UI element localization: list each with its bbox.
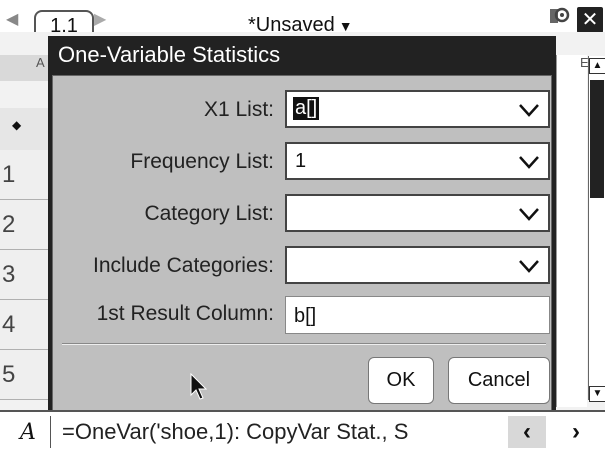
column-header-a[interactable]: A	[36, 55, 45, 70]
prev-page-arrow[interactable]: ◀	[6, 9, 18, 29]
row-header-4[interactable]: 4	[0, 300, 48, 350]
include-categories-dropdown[interactable]	[285, 246, 550, 284]
formula-row-header	[0, 108, 52, 151]
dialog-title: One-Variable Statistics	[58, 42, 281, 67]
formula-separator	[50, 416, 51, 448]
frequency-list-dropdown[interactable]: 1	[285, 142, 550, 180]
chevron-down-icon	[519, 260, 539, 273]
dialog-divider	[62, 343, 546, 345]
cancel-button[interactable]: Cancel	[448, 357, 550, 404]
column-e-area	[556, 55, 587, 407]
row-header-3[interactable]: 3	[0, 250, 48, 300]
formula-text[interactable]: =OneVar('shoe,1): CopyVar Stat., S	[62, 419, 408, 445]
frequency-list-value: 1	[295, 150, 307, 172]
scroll-down-icon[interactable]: ▼	[589, 386, 605, 402]
scroll-up-icon[interactable]: ▲	[589, 58, 605, 74]
category-list-dropdown[interactable]	[285, 194, 550, 232]
row-header-5[interactable]: 5	[0, 350, 48, 400]
x1-list-dropdown[interactable]: a[]	[285, 90, 550, 128]
formula-right-arrow-icon[interactable]: ›	[556, 416, 596, 448]
settings-icon[interactable]	[548, 6, 570, 28]
x1-list-value: a[]	[293, 97, 320, 120]
formula-left-arrow-icon[interactable]: ‹	[508, 416, 546, 448]
next-page-arrow[interactable]: ▶	[94, 9, 106, 29]
chevron-down-icon	[519, 104, 539, 117]
first-result-column-label: 1st Result Column:	[96, 302, 274, 325]
frequency-list-label: Frequency List:	[130, 150, 274, 173]
row-header-2[interactable]: 2	[0, 200, 48, 250]
cell-reference: A	[20, 420, 36, 445]
include-categories-label: Include Categories:	[93, 254, 274, 277]
chevron-down-icon	[519, 156, 539, 169]
mouse-pointer-icon	[190, 372, 208, 401]
x1-list-label: X1 List:	[203, 98, 274, 121]
close-button[interactable]: ✕	[577, 7, 603, 33]
ok-button[interactable]: OK	[368, 357, 434, 404]
row-header-1[interactable]: 1	[0, 150, 48, 200]
first-result-column-value: b[]	[294, 305, 317, 327]
chevron-down-icon	[519, 208, 539, 221]
category-list-label: Category List:	[144, 202, 274, 225]
first-result-column-input[interactable]: b[]	[285, 296, 550, 334]
scrollbar-thumb[interactable]	[590, 80, 604, 198]
diamond-icon: ◆	[12, 118, 22, 132]
